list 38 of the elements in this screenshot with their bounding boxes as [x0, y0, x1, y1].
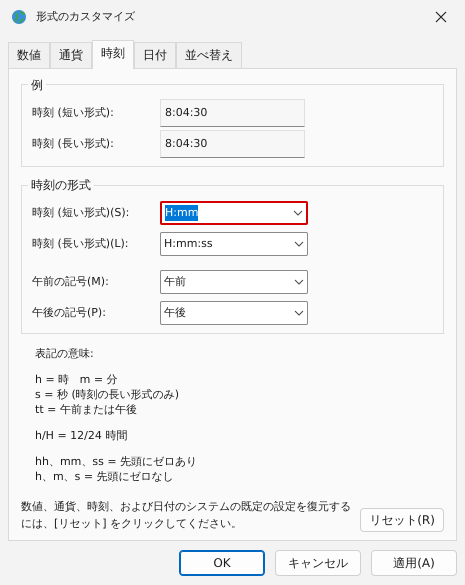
- field-label: 時刻 (長い形式):: [32, 136, 115, 152]
- readonly-field: 8:04:30: [160, 130, 305, 158]
- field-label: 時刻 (短い形式)(S):: [32, 204, 130, 221]
- tab[interactable]: 通貨: [50, 42, 92, 68]
- dialog-button[interactable]: キャンセル: [275, 550, 361, 576]
- chevron-icon: [294, 241, 304, 248]
- reset-button[interactable]: リセット(R): [360, 508, 444, 532]
- dropdown[interactable]: 午後: [160, 301, 308, 326]
- field-label: 時刻 (長い形式)(L):: [32, 236, 130, 252]
- legend-line: h/H = 12/24 時間: [35, 428, 128, 444]
- dropdown[interactable]: 午前: [160, 270, 308, 294]
- reset-description: 数値、通貨、時刻、および日付のシステムの既定の設定を復元するには、[リセット] をクリックしてください。: [21, 499, 352, 532]
- legend-line: h = 時 m = 分: [35, 372, 119, 388]
- legend-line: tt = 午前または午後: [35, 402, 138, 418]
- field-label: 午前の記号(M):: [32, 274, 110, 290]
- chevron-icon: [293, 210, 303, 216]
- legend-line: s = 秒 (時刻の長い形式のみ): [35, 387, 180, 402]
- close-icon: [435, 10, 447, 23]
- tab[interactable]: 数値: [8, 42, 50, 68]
- globe-icon: [10, 8, 28, 26]
- dropdown[interactable]: H:mm:ss: [160, 232, 308, 256]
- readonly-field: 8:04:30: [160, 99, 305, 128]
- field-label: 午後の記号(P):: [32, 304, 107, 321]
- dialog-button[interactable]: OK: [179, 550, 265, 576]
- legend-line: hh、mm、ss = 先頭にゼロあり: [35, 454, 198, 470]
- legend-line: h、m、s = 先頭にゼロなし: [35, 469, 175, 484]
- tab[interactable]: 並べ替え: [176, 42, 242, 68]
- legend-title: 表記の意味:: [35, 346, 95, 362]
- group-title: 時刻の形式: [30, 179, 92, 192]
- tab[interactable]: 時刻: [92, 40, 134, 69]
- group-title: 例: [30, 78, 44, 91]
- dropdown[interactable]: H:mm: [160, 201, 308, 226]
- window-title: 形式のカスタマイズ: [36, 8, 135, 25]
- chevron-icon: [294, 310, 304, 316]
- chevron-icon: [294, 279, 304, 286]
- tab[interactable]: 日付: [134, 42, 176, 68]
- dialog-button[interactable]: 適用(A): [371, 550, 457, 576]
- field-label: 時刻 (短い形式):: [32, 105, 115, 122]
